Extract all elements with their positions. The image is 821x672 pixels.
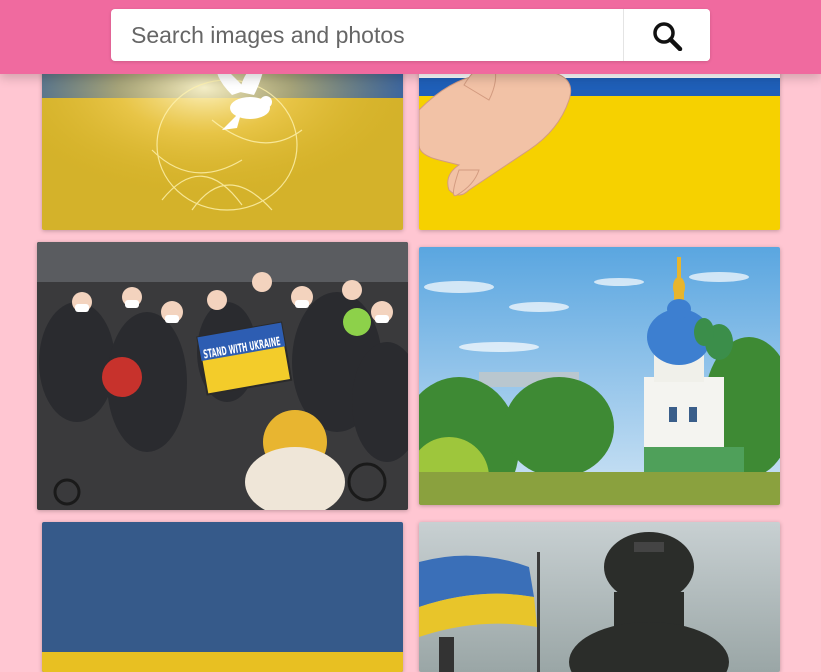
search-bar (111, 9, 710, 61)
photo-church[interactable] (419, 247, 780, 505)
photo-protest[interactable]: STAND WITH UKRAINE (37, 242, 408, 510)
photo-flag-wall[interactable] (42, 522, 403, 672)
search-icon (653, 22, 683, 51)
photo-soldier[interactable] (419, 522, 780, 672)
search-input[interactable] (111, 9, 623, 61)
search-button[interactable] (624, 9, 710, 61)
header-bar (0, 0, 821, 74)
